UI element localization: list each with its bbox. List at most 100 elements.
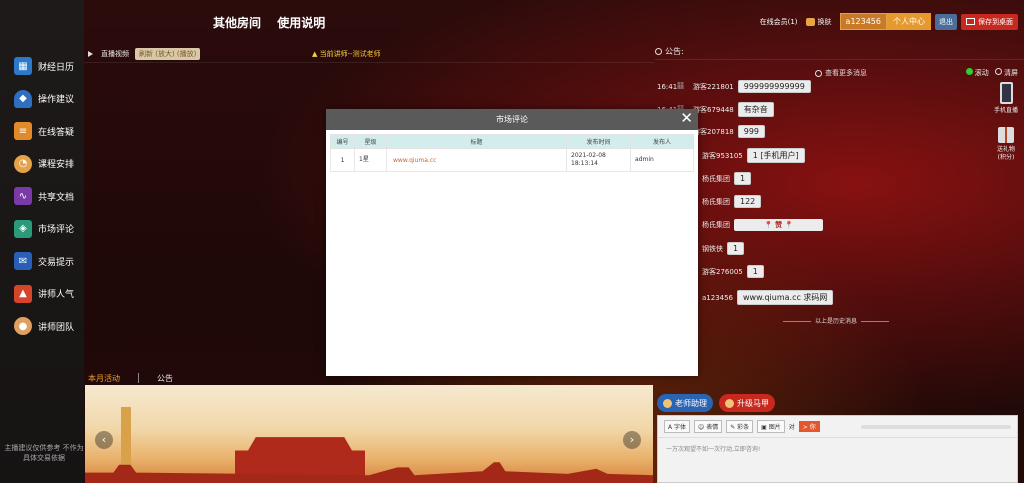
tab-monthly-activity[interactable]: 本月活动 [88,373,120,384]
logout-button[interactable]: 退出 [935,13,957,30]
gift-icon [998,127,1014,143]
phone-live-label: 手机直播 [993,107,1018,114]
col-id: 编号 [330,134,355,149]
assistant-buttons: 老师助理 升级马甲 [657,394,1018,412]
toolbar-scrollbar[interactable] [861,424,1011,429]
message-nick[interactable]: a123456 [702,294,733,302]
image-button[interactable]: ▣ 图片 [757,420,785,433]
chat-message: a123456 www.qiuma.cc 求码网 [702,290,834,305]
message-nick[interactable]: 杨氏集团 [702,174,730,184]
sidebar-item-qa[interactable]: ≡ 在线答疑 [0,115,84,148]
message-nick[interactable]: 游客221801 [693,82,734,92]
banner-next-button[interactable]: › [623,431,641,449]
sidebar-item-comment[interactable]: ◈ 市场评论 [0,213,84,246]
chart-icon: ∿ [14,187,32,206]
user-center-button[interactable]: 个人中心 [887,13,931,30]
sidebar-item-docs[interactable]: ∿ 共享文档 [0,180,84,213]
sidebar-item-label: 交易提示 [38,257,75,268]
message-nick[interactable]: 游客953105 [702,151,743,161]
chat-message: 游客276005 1 [702,265,764,278]
avatar-icon: 囍 [677,81,684,90]
message-nick[interactable]: 游客276005 [702,267,743,277]
message-text: 1 [746,265,764,278]
assistant-label: 老师助理 [675,398,707,408]
chat-controls: 滚动 清屏 [965,68,1018,78]
skin-label: 换肤 [817,17,832,26]
message-text: 1 [手机用户] [746,148,805,163]
target-select[interactable]: > 你 [798,421,820,432]
monitor-icon [966,18,975,25]
cell-title-link[interactable]: www.qiuma.cc [386,148,567,172]
sidebar-item-schedule[interactable]: ◔ 课程安排 [0,148,84,181]
color-bar-button[interactable]: ✎ 彩条 [726,420,754,433]
chat-message: 游客207818 999 [693,125,766,138]
refresh-button[interactable]: 刷新 (放大) (播放) [135,48,201,60]
clock-icon [815,69,822,77]
message-text: 1 [727,242,745,255]
message-nick[interactable]: 杨氏集团 [702,197,730,207]
save-desktop-label: 保存到桌面 [978,17,1013,26]
top-nav: 其他房间 使用说明 [213,14,337,31]
clear-icon [994,68,1002,75]
bell-icon: ◆ [14,89,32,108]
live-video-label[interactable]: 直播视频 [101,49,129,59]
upgrade-button[interactable]: 升级马甲 [719,394,775,412]
table-row[interactable]: 1 1星 www.qiuma.cc 2021-02-08 18:13:14 ad… [330,148,694,172]
nav-instructions[interactable]: 使用说明 [277,16,325,30]
scroll-toggle[interactable]: 滚动 [965,68,989,78]
upgrade-label: 升级马甲 [737,398,769,408]
sidebar-item-team[interactable]: ● 讲师团队 [0,310,84,343]
chat-input-panel: 老师助理 升级马甲 A 字体 ☺ 表情 ✎ 彩条 ▣ 图片 对 > 你 一万次观… [657,394,1018,483]
clock-user-icon: ◔ [14,154,32,173]
sidebar-item-tips[interactable]: ✉ 交易提示 [0,245,84,278]
phone-live-button[interactable]: 手机直播 [992,82,1020,115]
notice-label: 公告: [665,47,684,56]
message-text: 122 [734,195,762,208]
table-header-row: 编号 星级 标题 发布时间 发布人 [330,134,694,149]
message-text: www.qiuma.cc 求码网 [737,290,834,305]
banner-prev-button[interactable]: ‹ [95,431,113,449]
teacher-name: 测试老师 [352,50,381,58]
gift-label: 送礼物 [996,146,1015,153]
font-button[interactable]: A 字体 [664,420,691,433]
more-messages-label: 查看更多消息 [825,69,867,77]
skin-button[interactable]: 换肤 [805,17,832,27]
message-text: 有杂音 [737,102,774,117]
message-nick[interactable]: 游客679448 [693,105,734,115]
clear-screen-button[interactable]: 清屏 [994,68,1018,78]
nav-other-rooms[interactable]: 其他房间 [213,16,261,30]
chat-message: 钢铁侠 1 [702,242,745,255]
cell-star: 1星 [354,148,387,172]
font-label: 字体 [674,424,687,431]
sidebar-item-label: 在线答疑 [38,127,75,138]
banner-skyline [85,462,653,483]
history-divider: 以上是历史消息 [779,316,893,325]
shirt-icon [805,17,815,26]
message-nick[interactable]: 钢铁侠 [702,244,723,254]
save-desktop-button[interactable]: 保存到桌面 [961,13,1018,30]
sidebar-item-label: 财经日历 [38,62,75,73]
sidebar-item-advice[interactable]: ◆ 操作建议 [0,83,84,116]
color-bar-label: 彩条 [737,424,750,431]
message-text: 📍 赞 📍 [734,219,824,231]
close-icon[interactable]: ✕ [680,109,693,128]
more-messages-link[interactable]: 查看更多消息 [815,68,867,78]
sidebar-item-label: 共享文档 [38,192,75,203]
chat-input[interactable]: 一万次观望不如一次行动,立即咨询! [658,438,1017,459]
emoji-button[interactable]: ☺ 表情 [694,420,723,433]
notice-bar: 公告: [655,44,1024,60]
sidebar-item-popularity[interactable]: ▲ 讲师人气 [0,278,84,311]
col-time: 发布时间 [566,134,631,149]
message-nick[interactable]: 游客207818 [693,127,734,137]
activity-banner[interactable]: ‹ › [85,385,653,483]
gift-button[interactable]: 送礼物 (积分) [992,127,1020,162]
message-nick[interactable]: 杨氏集团 [702,220,730,230]
assistant-button[interactable]: 老师助理 [657,394,713,412]
cell-id: 1 [330,148,355,172]
chat-message: 杨氏集团 1 [702,172,752,185]
tab-announcement[interactable]: 公告 [157,373,173,384]
message-time: 16:41 [657,82,678,91]
sidebar-item-calendar[interactable]: ▦ 财经日历 [0,50,84,83]
image-label: 图片 [768,424,781,431]
online-members[interactable]: 在线会员(1) [760,17,798,27]
